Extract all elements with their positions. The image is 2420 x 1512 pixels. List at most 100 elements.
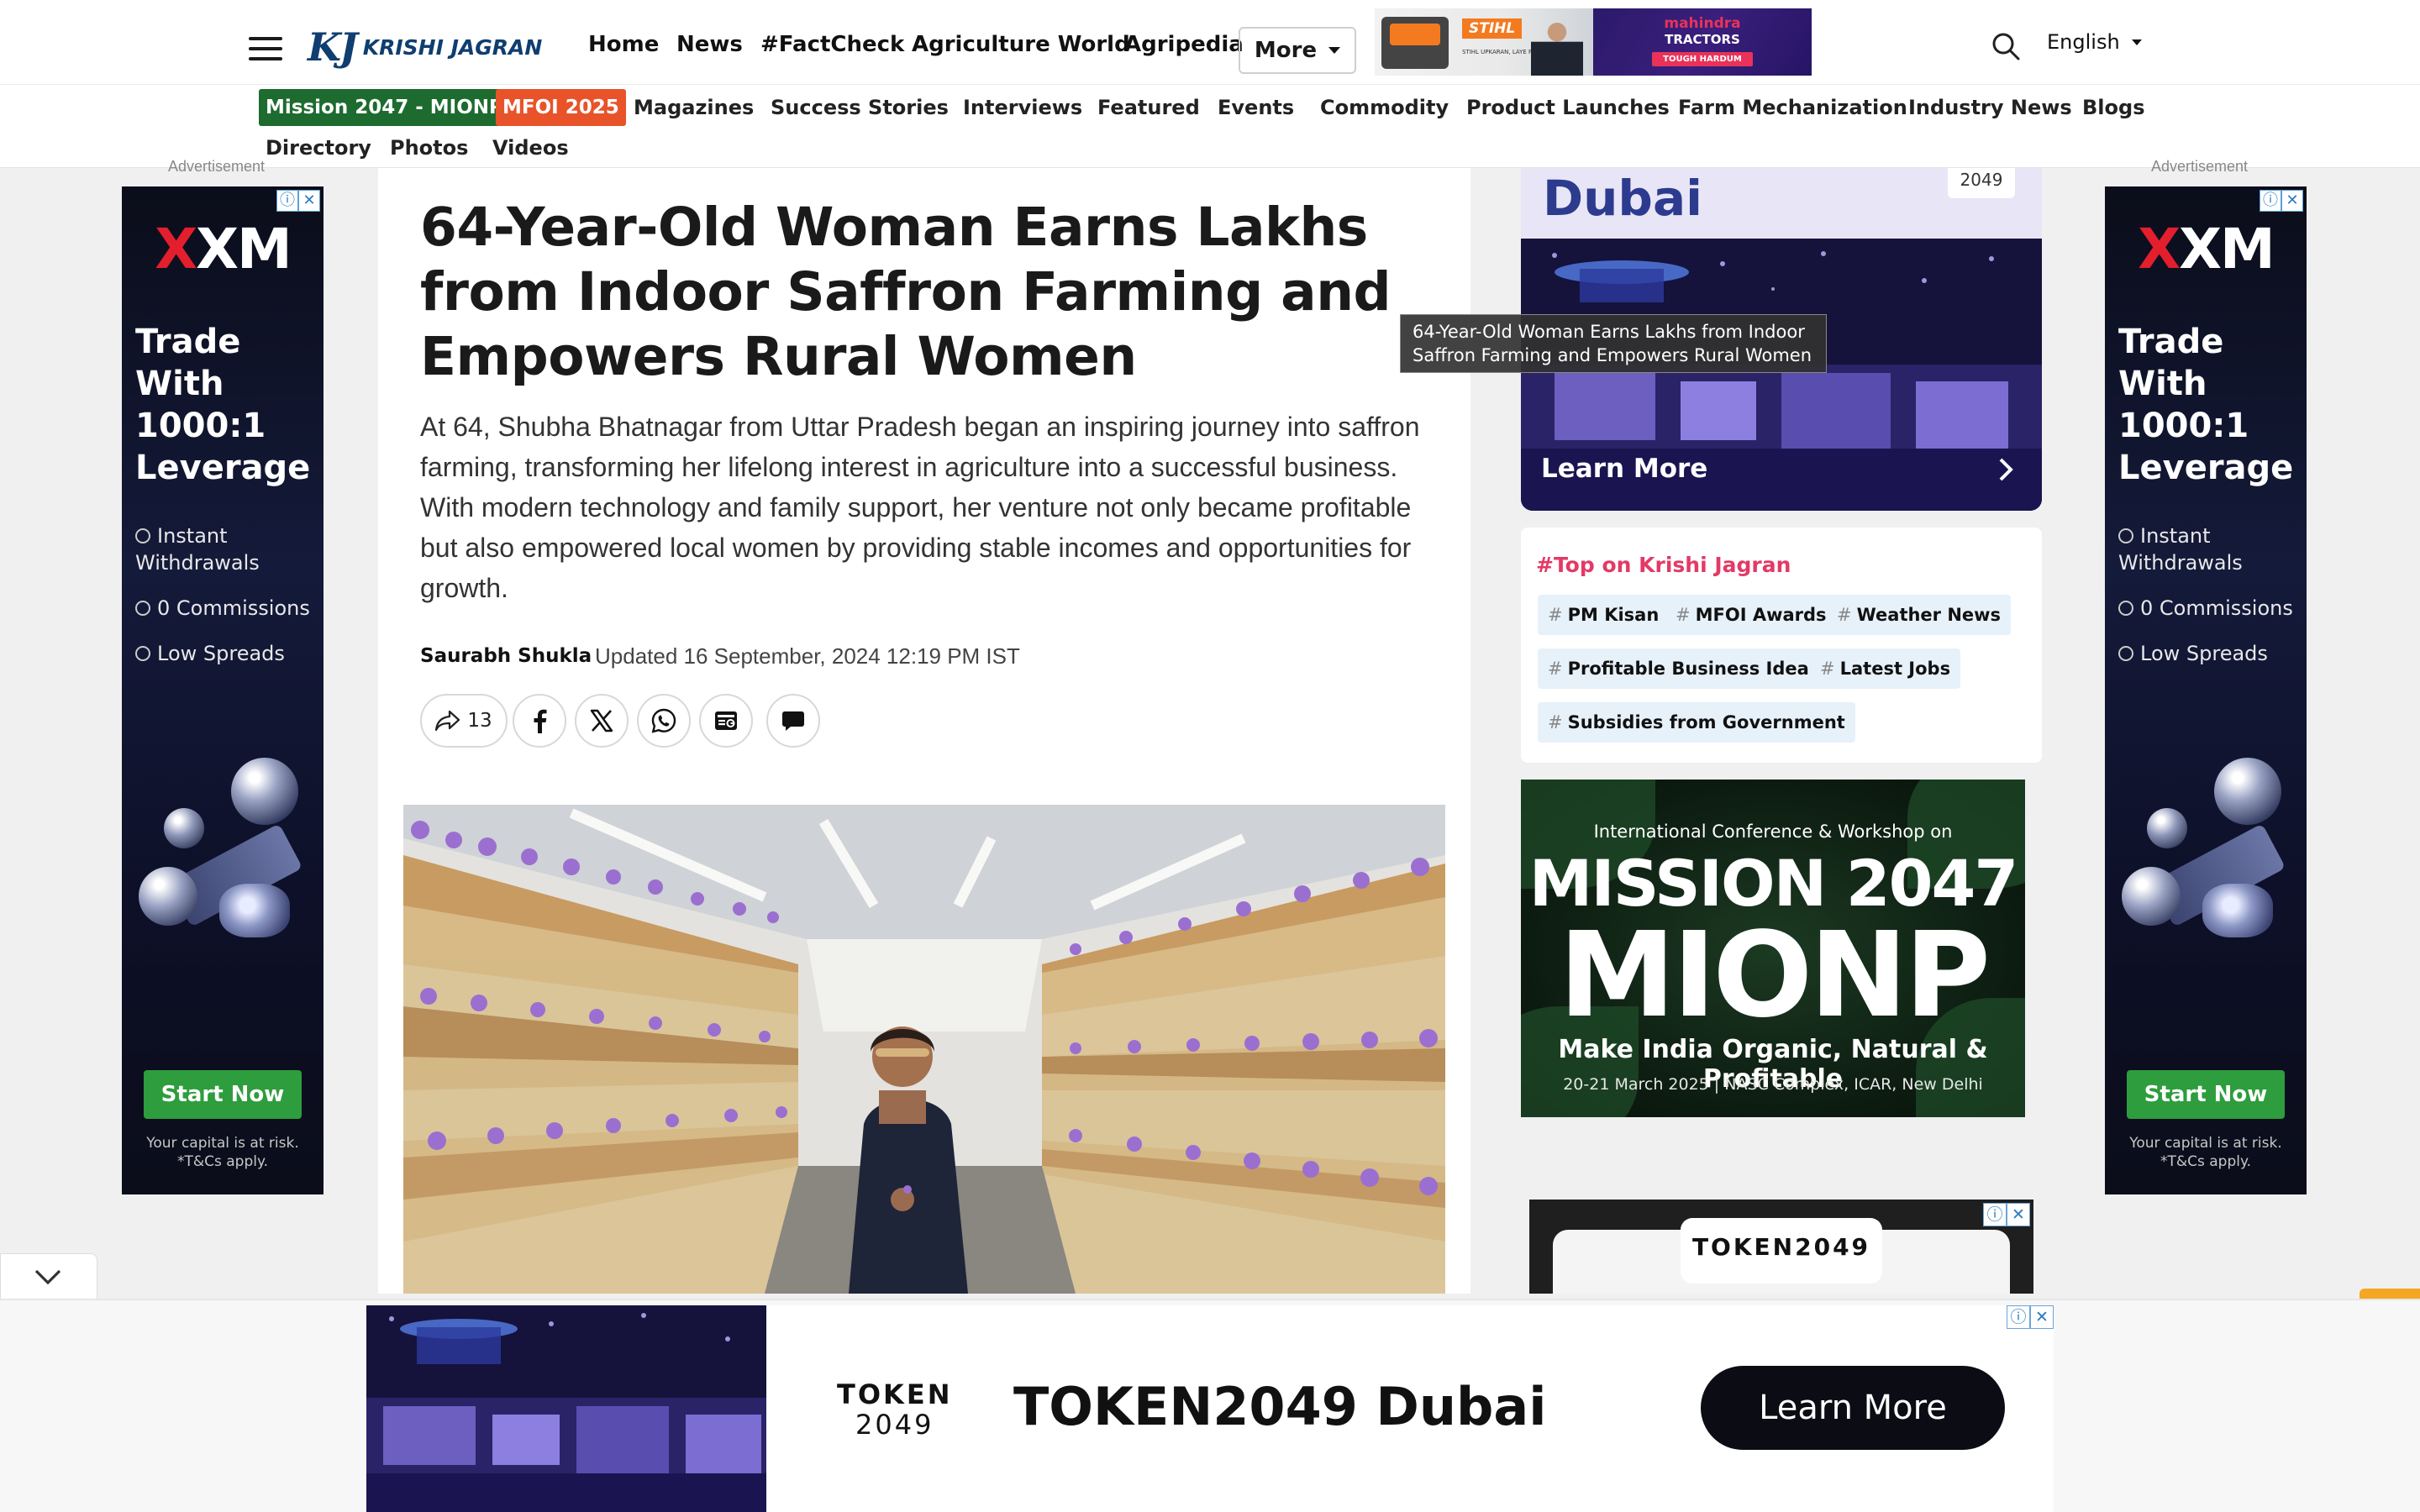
generator-image bbox=[1381, 17, 1449, 69]
advertisement-label: Advertisement bbox=[2151, 158, 2249, 175]
tag-profitable-business-ideas[interactable]: # Profitable Business Ideas bbox=[1538, 648, 1830, 689]
share-icon bbox=[435, 710, 460, 732]
ad-graphic bbox=[139, 758, 307, 1077]
close-icon[interactable]: ✕ bbox=[298, 190, 320, 212]
banner-learn-more-button[interactable]: Learn More bbox=[1701, 1366, 2005, 1450]
subnav-success-stories[interactable]: Success Stories bbox=[771, 96, 949, 119]
x-share-button[interactable] bbox=[575, 694, 629, 748]
advertisement-label: Advertisement bbox=[168, 158, 266, 175]
xm-logo: XXM bbox=[2138, 217, 2275, 281]
xm-logo: XXM bbox=[155, 217, 292, 281]
logo-mark: KJ bbox=[308, 24, 358, 70]
mission-2047-ad[interactable]: International Conference & Workshop on M… bbox=[1521, 780, 2025, 1117]
ad-feature: 0 Commissions bbox=[2118, 595, 2305, 622]
xm-ad-right[interactable]: ⓘ ✕ XXM Trade With 1000:1 Leverage Instant W… bbox=[2105, 186, 2307, 1194]
token-label: TOKEN2049 bbox=[1681, 1218, 1882, 1284]
nav-home[interactable]: Home bbox=[588, 32, 659, 57]
start-now-button[interactable]: Start Now bbox=[144, 1070, 302, 1119]
ad-info-icon[interactable]: ⓘ bbox=[2007, 1305, 2030, 1329]
header-divider bbox=[0, 84, 2420, 85]
banner-headline: TOKEN2049 Dubai bbox=[1013, 1376, 1547, 1437]
ad-graphic bbox=[2122, 758, 2290, 1077]
banner-expo-image bbox=[366, 1305, 766, 1512]
dubai-learn-more[interactable]: Learn More bbox=[1541, 454, 1707, 484]
ad-info-icon[interactable]: ⓘ bbox=[2260, 190, 2281, 212]
close-icon[interactable]: ✕ bbox=[2281, 190, 2303, 212]
badge-mfoi-2025[interactable]: MFOI 2025 bbox=[496, 89, 626, 126]
close-icon[interactable]: ✕ bbox=[2007, 1203, 2030, 1226]
subnav-industry-news[interactable]: Industry News bbox=[1908, 96, 2072, 119]
chevron-down-icon bbox=[34, 1269, 61, 1285]
subnav-blogs[interactable]: Blogs bbox=[2082, 96, 2144, 119]
ad-choices[interactable]: ⓘ ✕ bbox=[276, 190, 320, 212]
comment-button[interactable] bbox=[766, 694, 820, 748]
saffron-farm-photo bbox=[403, 805, 1445, 1294]
nav-agripedia[interactable]: Agripedia bbox=[1124, 32, 1244, 57]
subnav-videos[interactable]: Videos bbox=[492, 136, 569, 160]
nav-factcheck[interactable]: #FactCheck bbox=[760, 32, 904, 57]
badge-mission-2047[interactable]: Mission 2047 - MIONP bbox=[259, 89, 510, 126]
xm-ad-left[interactable]: ⓘ ✕ XXM Trade With 1000:1 Leverage Instant W… bbox=[122, 186, 324, 1194]
tag-mfoi-awards[interactable]: # MFOI Awards bbox=[1665, 595, 1837, 635]
google-news-icon bbox=[715, 711, 737, 730]
nav-agriculture-world[interactable]: Agriculture World bbox=[912, 32, 1130, 57]
nav-news[interactable]: News bbox=[676, 32, 743, 57]
ad-feature: 0 Commissions bbox=[135, 595, 322, 622]
ad-disclaimer: Your capital is at risk. *T&Cs apply. bbox=[146, 1135, 299, 1170]
mionp-date-venue: 20-21 March 2025 | NASC Complex, ICAR, N… bbox=[1563, 1075, 1983, 1094]
article-hero-image[interactable] bbox=[403, 805, 1445, 1294]
mahindra-ad[interactable]: mahindra TRACTORS TOUGH HARDUM bbox=[1593, 8, 1812, 76]
menu-icon[interactable] bbox=[249, 37, 282, 60]
ad-disclaimer: Your capital is at risk. *T&Cs apply. bbox=[2129, 1135, 2282, 1170]
subnav-featured[interactable]: Featured bbox=[1097, 96, 1200, 119]
ad-feature: Low Spreads bbox=[2118, 640, 2305, 667]
scroll-top-tab[interactable] bbox=[2360, 1289, 2420, 1299]
subnav-commodity[interactable]: Commodity bbox=[1320, 96, 1449, 119]
stihl-ad[interactable]: STIHL STIHL UPKARAN, LAYE PARIVARTAN bbox=[1375, 8, 1593, 76]
updated-timestamp: Updated 16 September, 2024 12:19 PM IST bbox=[595, 643, 1020, 669]
ad-info-icon[interactable]: ⓘ bbox=[276, 190, 298, 212]
more-dropdown[interactable]: More bbox=[1239, 27, 1356, 74]
author-name[interactable]: Saurabh Shukla bbox=[420, 645, 592, 667]
close-icon[interactable]: ✕ bbox=[2030, 1305, 2054, 1329]
token2049-banner-ad[interactable]: TOKEN 2049 TOKEN2049 Dubai Learn More ⓘ ✕ bbox=[366, 1305, 2054, 1512]
site-logo[interactable]: KJ KRISHI JAGRAN bbox=[308, 24, 542, 71]
ad-choices[interactable]: ⓘ ✕ bbox=[1983, 1203, 2030, 1226]
tag-pm-kisan[interactable]: # PM Kisan bbox=[1538, 595, 1670, 635]
x-icon bbox=[590, 709, 613, 732]
collapse-ad-tab[interactable] bbox=[0, 1253, 97, 1299]
language-selector[interactable]: English bbox=[2047, 30, 2142, 54]
tag-weather-news[interactable]: # Weather News bbox=[1827, 595, 2012, 635]
ad-info-icon[interactable]: ⓘ bbox=[1983, 1203, 2007, 1226]
facebook-share-button[interactable] bbox=[513, 694, 566, 748]
search-icon[interactable] bbox=[1991, 32, 2020, 60]
subnav-product-launches[interactable]: Product Launches bbox=[1466, 96, 1670, 119]
ad-feature: Instant Withdrawals bbox=[135, 524, 260, 575]
spokesperson-image bbox=[1531, 13, 1583, 76]
mahindra-tagline: TOUGH HARDUM bbox=[1652, 52, 1753, 66]
subnav-photos[interactable]: Photos bbox=[390, 136, 468, 160]
subnav-directory[interactable]: Directory bbox=[266, 136, 371, 160]
language-label: English bbox=[2047, 30, 2120, 54]
dubai-ad-title: Dubai bbox=[1543, 170, 1702, 227]
ad-headline: Trade With 1000:1 Leverage bbox=[2118, 323, 2294, 487]
chevron-right-icon[interactable] bbox=[1993, 457, 2018, 482]
subnav-farm-mechanization[interactable]: Farm Mechanization bbox=[1678, 96, 1907, 119]
subnav-interviews[interactable]: Interviews bbox=[963, 96, 1082, 119]
ad-choices[interactable]: ⓘ ✕ bbox=[2007, 1305, 2054, 1329]
share-button[interactable]: 13 bbox=[420, 694, 508, 748]
subnav-events[interactable]: Events bbox=[1218, 96, 1294, 119]
token2049-box-ad[interactable]: TOKEN2049 ⓘ ✕ bbox=[1529, 1200, 2033, 1294]
logo-name: KRISHI JAGRAN bbox=[362, 34, 543, 60]
start-now-button[interactable]: Start Now bbox=[2127, 1070, 2285, 1119]
mionp-title: MIONP bbox=[1558, 907, 1991, 1044]
comment-icon bbox=[782, 711, 804, 731]
mahindra-brand: mahindra bbox=[1664, 15, 1741, 32]
ad-choices[interactable]: ⓘ ✕ bbox=[2260, 190, 2303, 212]
tag-subsidies-from-government[interactable]: # Subsidies from Government bbox=[1538, 702, 1855, 743]
ad-headline: Trade With 1000:1 Leverage bbox=[135, 323, 311, 487]
subnav-magazines[interactable]: Magazines bbox=[634, 96, 754, 119]
google-news-button[interactable] bbox=[699, 694, 753, 748]
whatsapp-share-button[interactable] bbox=[637, 694, 691, 748]
tag-latest-jobs[interactable]: # Latest Jobs bbox=[1810, 648, 1961, 689]
